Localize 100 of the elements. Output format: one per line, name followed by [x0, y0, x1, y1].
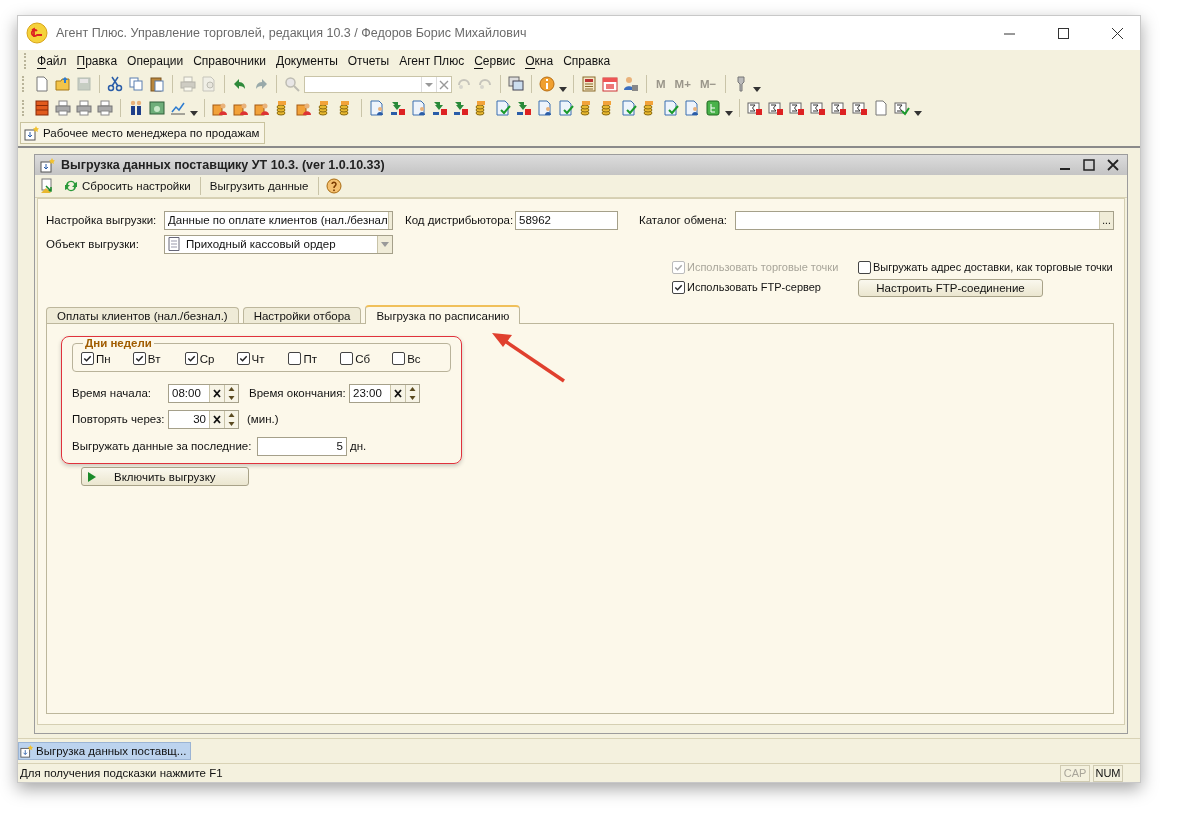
- tab[interactable]: Оплаты клиентов (нал./безнал.): [46, 307, 239, 323]
- windows-icon[interactable]: [507, 75, 525, 93]
- enable-button[interactable]: Включить выгрузку: [81, 467, 249, 486]
- maximize-button[interactable]: [1083, 159, 1095, 171]
- input-field[interactable]: 5: [257, 436, 347, 456]
- doc-person-icon[interactable]: [683, 99, 701, 117]
- doc-sum-check-icon[interactable]: [893, 99, 911, 117]
- checkbox[interactable]: [184, 352, 198, 365]
- menu-item[interactable]: Отчеты: [342, 52, 395, 70]
- clipboard-icon[interactable]: [148, 75, 166, 93]
- doc-sum-icon[interactable]: [746, 99, 764, 117]
- checkbox[interactable]: [81, 352, 94, 365]
- field-label: Время окончания:: [249, 387, 347, 399]
- time-field[interactable]: 30: [168, 409, 239, 429]
- maximize-button[interactable]: [1057, 27, 1069, 39]
- close-button[interactable]: [1111, 27, 1123, 39]
- menu-item[interactable]: Окна: [520, 51, 559, 71]
- caret-icon[interactable]: [190, 110, 198, 116]
- user-lock-icon[interactable]: [622, 75, 640, 93]
- doc-person-icon[interactable]: [536, 99, 554, 117]
- clear-icon[interactable]: [209, 410, 224, 428]
- menu-item[interactable]: Операции: [122, 52, 189, 70]
- printer-icon[interactable]: [75, 99, 93, 117]
- select-field[interactable]: Данные по оплате клиентов (нал./безнал: [164, 210, 393, 230]
- field-label: Код дистрибьютора:: [405, 214, 511, 226]
- menu-item[interactable]: Документы: [270, 52, 343, 70]
- checkbox[interactable]: [340, 352, 354, 365]
- time-field[interactable]: 08:00: [168, 383, 239, 403]
- unit-label: (мин.): [247, 413, 279, 425]
- checkbox[interactable]: [288, 352, 302, 365]
- caret-icon[interactable]: [914, 110, 922, 116]
- doc-check-icon[interactable]: [494, 99, 512, 117]
- printer-icon[interactable]: [54, 99, 72, 117]
- menu-item[interactable]: Агент Плюс: [394, 52, 470, 70]
- input-field[interactable]: 58962: [515, 210, 618, 230]
- checkbox-label: Использовать FTP-сервер: [687, 281, 821, 293]
- calendar-icon[interactable]: [601, 75, 619, 93]
- cash-icon[interactable]: [148, 99, 166, 117]
- caret-icon[interactable]: [559, 86, 567, 92]
- logo-icon: [26, 22, 48, 44]
- caret-icon[interactable]: [725, 110, 733, 116]
- doc-person-icon[interactable]: [410, 99, 428, 117]
- checkbox-label: Пт: [303, 352, 317, 365]
- caret-icon[interactable]: [753, 86, 762, 92]
- tab[interactable]: Выгрузка по расписанию: [365, 305, 521, 324]
- spinner-icon[interactable]: [224, 410, 238, 428]
- menu-item[interactable]: Правка: [71, 51, 123, 71]
- checkbox-label: Вт: [147, 352, 161, 365]
- tab[interactable]: Настройки отбора: [242, 307, 362, 323]
- checkbox[interactable]: [392, 352, 406, 365]
- spinner-icon[interactable]: [405, 384, 419, 402]
- doc-check-icon[interactable]: [557, 99, 575, 117]
- clear-icon[interactable]: [209, 384, 224, 402]
- doc-arrow-icon[interactable]: [431, 99, 449, 117]
- spinner-icon[interactable]: [224, 384, 238, 402]
- doc-check-icon[interactable]: [662, 99, 680, 117]
- clear-icon[interactable]: [390, 384, 405, 402]
- browse-button[interactable]: ...: [1099, 211, 1113, 229]
- doc-arrow-icon[interactable]: [452, 99, 470, 117]
- checkbox-label: Выгружать адрес доставки, как торговые точки: [873, 261, 1113, 273]
- checkbox[interactable]: [672, 280, 685, 294]
- cabinet-icon[interactable]: [33, 99, 51, 117]
- window-title: Агент Плюс. Управление торговлей, редакция 10.3 / Федоров Борис Михайлович: [56, 26, 528, 40]
- calculator-icon[interactable]: [580, 75, 598, 93]
- doc-sum-icon[interactable]: [809, 99, 827, 117]
- doc-arrow-icon[interactable]: [389, 99, 407, 117]
- key-indicator: CAP: [1060, 764, 1090, 782]
- select-field[interactable]: Приходный кассовый ордер: [164, 234, 393, 254]
- checkbox-label: Вс: [407, 352, 421, 365]
- form-icon: [39, 156, 57, 174]
- doc-sum-icon[interactable]: [788, 99, 806, 117]
- doc-arrow-icon[interactable]: [515, 99, 533, 117]
- checkbox[interactable]: [236, 352, 250, 365]
- doc-check-icon[interactable]: [620, 99, 638, 117]
- copy-icon[interactable]: [127, 75, 145, 93]
- checkbox[interactable]: [858, 260, 871, 274]
- menu-item[interactable]: Сервис: [469, 51, 521, 71]
- panel-button[interactable]: Рабочее место менеджера по продажам: [20, 122, 266, 144]
- scissors-icon[interactable]: [106, 75, 124, 93]
- menu-item[interactable]: Справка: [558, 52, 616, 70]
- help-icon[interactable]: [324, 177, 343, 195]
- menu-item[interactable]: Справочники: [188, 52, 271, 70]
- folder-icon[interactable]: [54, 75, 72, 93]
- input-field[interactable]: ...: [735, 210, 1114, 230]
- reset-button[interactable]: Сбросить настройки: [60, 177, 194, 195]
- doc-person-icon[interactable]: [368, 99, 386, 117]
- taskbar-item[interactable]: Выгрузка данных поставщ...: [18, 742, 192, 760]
- checkbox[interactable]: [132, 352, 146, 365]
- doc-sum-icon[interactable]: [851, 99, 869, 117]
- unit-label: дн.: [350, 440, 367, 452]
- doc-sum-icon[interactable]: [767, 99, 785, 117]
- time-field[interactable]: 23:00: [349, 383, 420, 403]
- menu-item[interactable]: Файл: [32, 51, 72, 71]
- export-button[interactable]: Выгрузить данные: [206, 179, 312, 193]
- doc-sum-icon[interactable]: [830, 99, 848, 117]
- printer-icon[interactable]: [96, 99, 114, 117]
- tree-icon[interactable]: [704, 99, 722, 117]
- ftp-settings-button[interactable]: Настроить FTP-соединение: [858, 279, 1043, 297]
- close-button[interactable]: [1107, 159, 1119, 171]
- group-title: Дни недели: [83, 337, 154, 349]
